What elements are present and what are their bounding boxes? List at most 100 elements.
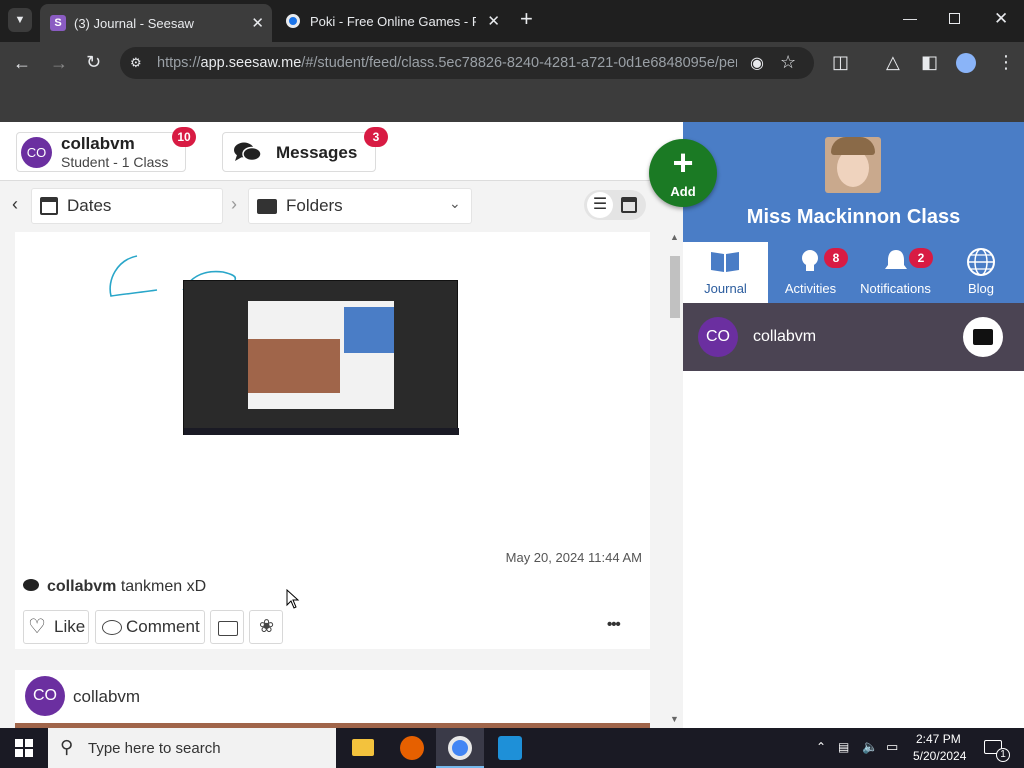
labs-flask-icon[interactable]: △ <box>886 53 900 71</box>
eye-icon[interactable]: ◉ <box>750 53 764 73</box>
plus-icon: + <box>520 6 533 31</box>
scroll-down-arrow-icon[interactable]: ▼ <box>670 714 679 724</box>
tab-title: Poki - Free Online Games - Pla <box>310 13 476 29</box>
nav-blog[interactable]: Blog <box>938 242 1024 303</box>
browser-toolbar: ← → ↻ ⚙ https://app.seesaw.me/#/student/… <box>0 42 1024 84</box>
calendar-view-icon[interactable] <box>621 197 637 213</box>
taskbar-search-input[interactable]: ⚲ Type here to search <box>48 728 336 768</box>
avatar: CO <box>25 676 65 716</box>
class-photo <box>825 137 881 193</box>
clock-time[interactable]: 2:47 PM <box>916 732 961 746</box>
volume-muted-icon[interactable]: 🔈 <box>862 739 878 755</box>
comment-button[interactable]: Comment <box>95 610 205 644</box>
restore-button[interactable] <box>949 13 960 24</box>
user-notification-badge: 10 <box>172 127 196 147</box>
post-caption: collabvm tankmen xD <box>23 578 206 596</box>
tab-poki[interactable]: Poki - Free Online Games - Pla ✕ <box>276 6 508 36</box>
seesaw-page: CO collabvm Student - 1 Class 10 Message… <box>0 122 1024 728</box>
extensions-icon[interactable]: ◫ <box>832 53 849 71</box>
nav-activities-label: Activities <box>784 281 837 296</box>
scroll-up-arrow-icon[interactable]: ▲ <box>670 232 679 242</box>
messages-button[interactable]: Messages 3 <box>222 127 388 172</box>
network-icon[interactable]: ▤ <box>838 740 849 754</box>
chevron-left-icon[interactable]: ‹ <box>12 194 18 215</box>
nav-activities[interactable]: 8 Activities <box>768 242 853 303</box>
avatar: CO <box>21 137 52 168</box>
open-book-icon <box>710 250 740 272</box>
bookmark-star-icon[interactable]: ☆ <box>780 52 796 73</box>
nav-notifications-label: Notifications <box>860 281 931 296</box>
reload-icon[interactable]: ↻ <box>86 53 101 71</box>
messages-badge: 3 <box>364 127 388 147</box>
list-view-icon[interactable]: ☰ <box>587 192 613 218</box>
nav-blog-label: Blog <box>967 281 995 296</box>
chevron-right-icon: › <box>231 194 237 214</box>
tab-title: (3) Journal - Seesaw <box>74 15 194 31</box>
view-toggle[interactable]: ☰ <box>584 190 646 220</box>
comment-label: Comment <box>126 617 200 636</box>
scrollbar-thumb[interactable] <box>670 256 680 318</box>
class-nav: Journal 8 Activities 2 Notifications Blo… <box>683 242 1024 303</box>
folders-filter[interactable]: Folders ⌄ <box>248 188 472 224</box>
file-explorer-icon[interactable] <box>352 739 374 756</box>
firefox-icon[interactable] <box>400 736 424 760</box>
display-icon[interactable]: ▭ <box>886 739 898 755</box>
more-options-button[interactable]: ••• <box>607 616 621 633</box>
user-switcher[interactable]: CO collabvm Student - 1 Class 10 <box>16 127 196 172</box>
post-screenshot-image[interactable] <box>183 280 459 435</box>
journal-feed: May 20, 2024 11:44 AM collabvm tankmen x… <box>0 230 667 728</box>
poki-favicon-icon <box>286 14 300 28</box>
side-panel-icon[interactable]: ◧ <box>921 53 938 71</box>
address-bar[interactable]: ⚙ https://app.seesaw.me/#/student/feed/c… <box>120 47 814 79</box>
post-author: collabvm <box>73 687 141 706</box>
chrome-taskbar-button[interactable] <box>436 728 484 768</box>
caption-text: tankmen xD <box>120 578 207 595</box>
tab-seesaw-journal[interactable]: S (3) Journal - Seesaw ✕ <box>40 4 272 42</box>
post-card: CO collabvm <box>15 670 650 728</box>
folder-icon <box>257 199 277 214</box>
add-to-folder-button[interactable] <box>210 610 244 644</box>
folder-icon <box>973 329 993 345</box>
dates-label: Dates <box>67 196 112 215</box>
class-sidebar: Miss Mackinnon Class Journal 8 Activitie… <box>683 122 1024 728</box>
nav-journal[interactable]: Journal <box>683 242 768 303</box>
chat-bubbles-icon <box>233 141 263 163</box>
screenshot-taskbar <box>184 428 459 435</box>
windows-start-icon[interactable] <box>15 739 33 757</box>
close-window-button[interactable]: ✕ <box>994 9 1008 29</box>
comment-bubble-icon <box>102 620 122 635</box>
back-arrow-icon[interactable]: ← <box>13 54 31 72</box>
notification-count: 1 <box>996 748 1010 762</box>
speech-bubble-icon <box>23 579 39 591</box>
folders-label: Folders <box>286 196 343 215</box>
notifications-badge: 2 <box>909 248 933 268</box>
like-button[interactable]: ♡ Like <box>23 610 89 644</box>
tray-chevron-up-icon[interactable]: ⌃ <box>816 740 826 754</box>
browser-menu-icon[interactable]: ⋮ <box>997 53 1015 71</box>
site-settings-icon[interactable]: ⚙ <box>130 55 142 71</box>
feed-scrollbar[interactable]: ▲ ▼ <box>667 230 683 728</box>
browser-tab-strip: ▼ S (3) Journal - Seesaw ✕ Poki - Free O… <box>0 0 1024 42</box>
forward-arrow-icon[interactable]: → <box>50 54 68 72</box>
nav-notifications[interactable]: 2 Notifications <box>853 242 938 303</box>
class-header: Miss Mackinnon Class <box>683 122 1024 242</box>
new-tab-button[interactable]: + <box>520 8 533 30</box>
minimize-button[interactable]: — <box>903 10 917 26</box>
dates-filter[interactable]: Dates <box>31 188 223 224</box>
photos-app-icon[interactable] <box>498 736 522 760</box>
tab-search-button[interactable]: ▼ <box>8 8 32 32</box>
heart-icon: ♡ <box>28 616 46 638</box>
clock-date[interactable]: 5/20/2024 <box>913 749 966 763</box>
skills-button[interactable]: ❀ <box>249 610 283 644</box>
journal-pane: CO collabvm Student - 1 Class 10 Message… <box>0 122 683 728</box>
student-folder-button[interactable] <box>963 317 1003 357</box>
profile-avatar-icon[interactable] <box>956 53 976 73</box>
student-row[interactable]: CO collabvm <box>683 303 1024 371</box>
close-tab-icon[interactable]: ✕ <box>487 12 500 30</box>
close-tab-icon[interactable]: ✕ <box>251 14 264 32</box>
post-actions: ♡ Like Comment ❀ ••• <box>23 610 643 644</box>
add-button[interactable]: + Add <box>649 139 717 207</box>
mouse-cursor <box>286 589 300 609</box>
screenshot-game-image <box>248 339 340 393</box>
search-icon: ⚲ <box>60 737 74 757</box>
